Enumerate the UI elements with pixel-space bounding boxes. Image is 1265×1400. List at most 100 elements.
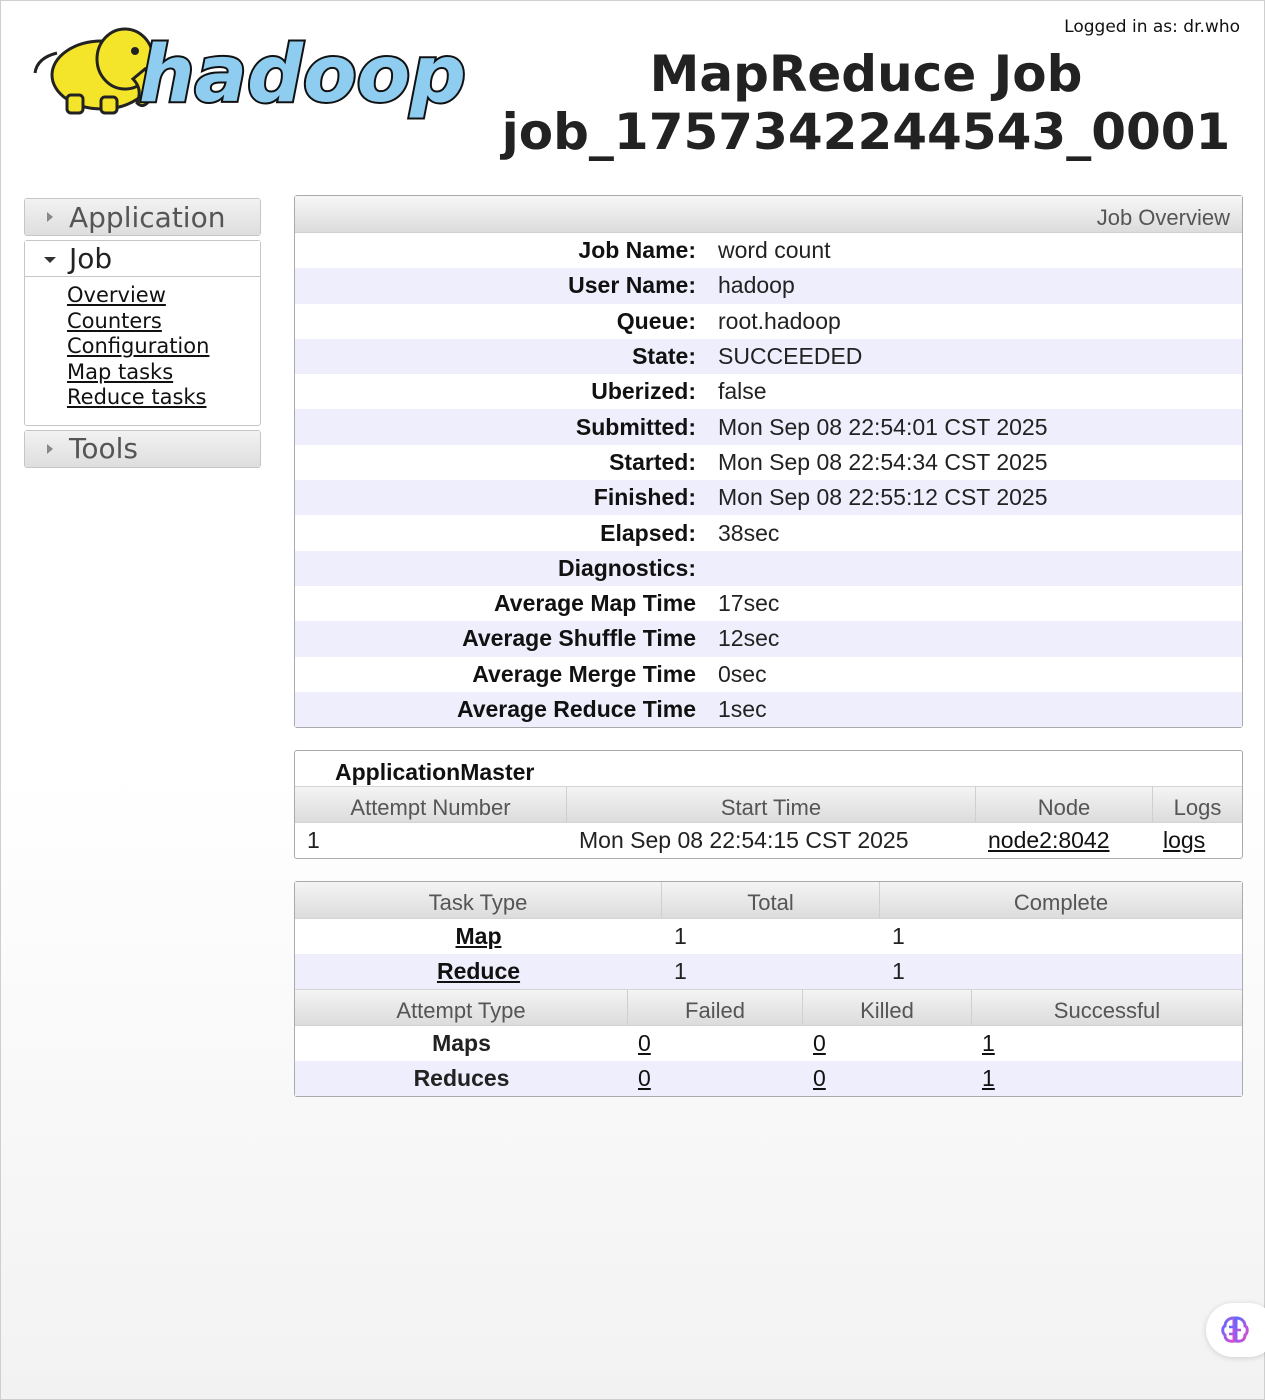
overview-rows: Job Name: word count User Name: hadoop Que…	[295, 233, 1242, 728]
col-complete[interactable]: Complete	[880, 882, 1242, 918]
title-line-2: job_1757342244543_0001	[501, 103, 1231, 161]
collapse-arrow-icon	[44, 257, 56, 263]
application-master-panel: ApplicationMaster Attempt Number Start T…	[294, 750, 1243, 859]
elephant-icon	[33, 27, 155, 115]
overview-key: Queue:	[616, 307, 696, 334]
nav-link-counters[interactable]: Counters	[67, 309, 260, 335]
nav-section-application[interactable]: Application	[24, 198, 261, 236]
overview-row: Finished: Mon Sep 08 22:55:12 CST 2025	[295, 480, 1242, 516]
maps-killed-link[interactable]: 0	[813, 1030, 826, 1056]
map-complete: 1	[892, 923, 905, 949]
nav-link-overview[interactable]: Overview	[67, 283, 260, 309]
overview-value: false	[718, 378, 767, 405]
nav-section-tools[interactable]: Tools	[24, 429, 261, 468]
overview-value: Mon Sep 08 22:54:01 CST 2025	[718, 413, 1048, 440]
logo-text: hadoop	[139, 30, 466, 120]
col-killed[interactable]: Killed	[803, 990, 972, 1025]
overview-row: Average Merge Time 0sec	[295, 656, 1242, 692]
nav-head-job[interactable]: Job	[25, 241, 260, 277]
overview-key: Uberized:	[591, 378, 696, 405]
attempt-type-maps: Maps	[432, 1030, 491, 1056]
overview-row: Job Name: word count	[295, 233, 1242, 269]
brain-icon	[1221, 1316, 1249, 1343]
overview-value: Mon Sep 08 22:54:34 CST 2025	[718, 448, 1048, 475]
overview-value: 0sec	[718, 660, 767, 687]
task-header-row: Task Type Total Complete	[295, 882, 1242, 919]
col-node[interactable]: Node	[976, 787, 1153, 822]
application-master-title: ApplicationMaster	[335, 759, 535, 785]
map-total: 1	[674, 923, 687, 949]
overview-key: Started:	[609, 448, 696, 475]
nav-label-application: Application	[69, 200, 226, 234]
table-row: Reduce 1 1	[295, 954, 1242, 989]
overview-value: word count	[718, 237, 831, 264]
overview-value: 12sec	[718, 625, 780, 652]
nav-link-map-tasks[interactable]: Map tasks	[67, 360, 260, 386]
overview-row: Diagnostics:	[295, 550, 1242, 586]
overview-row: Started: Mon Sep 08 22:54:34 CST 2025	[295, 444, 1242, 481]
col-task-type[interactable]: Task Type	[295, 882, 662, 918]
overview-key: Average Reduce Time	[456, 696, 696, 722]
overview-key: User Name:	[568, 272, 696, 299]
maps-successful-link[interactable]: 1	[982, 1030, 995, 1056]
overview-row: Submitted: Mon Sep 08 22:54:01 CST 2025	[295, 409, 1242, 445]
job-links: Overview Counters Configuration Map task…	[25, 277, 260, 425]
overview-row: Average Reduce Time 1sec	[295, 691, 1242, 728]
col-failed[interactable]: Failed	[628, 990, 803, 1025]
page-title: MapReduce Job job_1757342244543_0001	[471, 45, 1261, 161]
nav-label-tools: Tools	[69, 432, 138, 466]
overview-row: Queue: root.hadoop	[295, 303, 1242, 339]
nav-label-job: Job	[69, 242, 113, 275]
job-overview-panel: Job Overview Job Name: word count User Na…	[294, 195, 1243, 729]
sidebar-nav: Application Job Overview Counters Config…	[24, 198, 261, 472]
hadoop-logo[interactable]: hadoop	[27, 13, 473, 123]
overview-value: Mon Sep 08 22:55:12 CST 2025	[718, 484, 1048, 511]
overview-value: root.hadoop	[718, 307, 841, 334]
overview-row: Elapsed: 38sec	[295, 515, 1242, 551]
nav-head-application[interactable]: Application	[25, 199, 260, 235]
nav-link-configuration[interactable]: Configuration	[67, 334, 260, 360]
reduce-tasks-link[interactable]: Reduce	[437, 958, 520, 984]
col-attempt-number[interactable]: Attempt Number	[295, 787, 567, 822]
nav-section-job[interactable]: Job Overview Counters Configuration Map …	[24, 240, 261, 426]
reduce-complete: 1	[892, 958, 905, 984]
logs-link[interactable]: logs	[1163, 827, 1205, 853]
node-link[interactable]: node2:8042	[988, 827, 1110, 853]
overview-value: 38sec	[718, 519, 780, 546]
reduce-total: 1	[674, 958, 687, 984]
reduces-killed-link[interactable]: 0	[813, 1065, 826, 1091]
table-row: Maps 0 0 1	[295, 1026, 1242, 1061]
col-successful[interactable]: Successful	[972, 990, 1242, 1025]
attempt-start-time: Mon Sep 08 22:54:15 CST 2025	[579, 827, 909, 853]
overview-key: Job Name:	[578, 237, 696, 264]
nav-head-tools[interactable]: Tools	[25, 430, 260, 467]
attempt-number: 1	[307, 827, 320, 853]
overview-value: 1sec	[718, 696, 767, 722]
reduces-failed-link[interactable]: 0	[638, 1065, 651, 1091]
overview-row: Average Shuffle Time 12sec	[295, 621, 1242, 657]
overview-key: Average Shuffle Time	[462, 625, 696, 652]
nav-link-reduce-tasks[interactable]: Reduce tasks	[67, 385, 260, 411]
col-start-time[interactable]: Start Time	[567, 787, 976, 822]
map-tasks-link[interactable]: Map	[456, 923, 502, 949]
title-line-1: MapReduce Job	[649, 45, 1083, 103]
overview-value: SUCCEEDED	[718, 343, 863, 370]
col-logs[interactable]: Logs	[1153, 787, 1242, 822]
overview-row: Uberized: false	[295, 374, 1242, 410]
table-row: Reduces 0 0 1	[295, 1061, 1242, 1096]
overview-row: State: SUCCEEDED	[295, 338, 1242, 375]
overview-key: State:	[632, 343, 696, 370]
overview-value: 17sec	[718, 590, 780, 617]
col-total[interactable]: Total	[662, 882, 880, 918]
expand-arrow-icon	[47, 212, 53, 222]
maps-failed-link[interactable]: 0	[638, 1030, 651, 1056]
attempt-type-reduces: Reduces	[413, 1065, 510, 1091]
reduces-successful-link[interactable]: 1	[982, 1065, 995, 1091]
overview-key: Diagnostics:	[557, 554, 696, 581]
overview-key: Average Map Time	[494, 590, 696, 617]
assistant-button[interactable]	[1206, 1303, 1265, 1357]
table-row: 1 Mon Sep 08 22:54:15 CST 2025 node2:804…	[295, 823, 1242, 858]
col-attempt-type[interactable]: Attempt Type	[295, 990, 628, 1025]
table-row: Map 1 1	[295, 919, 1242, 954]
overview-value: hadoop	[718, 272, 795, 299]
